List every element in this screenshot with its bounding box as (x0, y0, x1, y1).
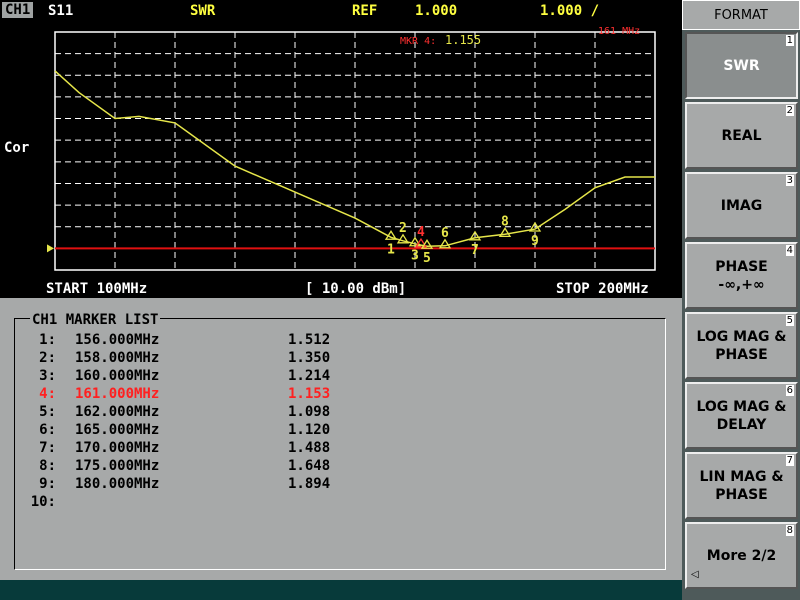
swr-chart: 123 4 56 7 8 9 MKR 4: 1.155 161 MHz (47, 26, 656, 271)
stop-frequency[interactable]: STOP 200MHz (556, 281, 649, 297)
softkey-number: 1 (785, 35, 794, 46)
marker-label: 9 (531, 234, 539, 249)
marker-label: 6 (441, 226, 449, 241)
marker-number: 5: (39, 404, 56, 420)
marker-value: 1.350 (288, 350, 331, 366)
marker-number: 6: (39, 422, 56, 438)
softkey-label-line2: -∞,+∞ (718, 276, 765, 293)
reference-label: REF (352, 3, 378, 19)
marker-frequency: 180.000MHz (75, 476, 160, 492)
marker-frequency: 161.000MHz (75, 386, 160, 402)
start-frequency[interactable]: START 100MHz (46, 281, 147, 297)
softkey-label: More 2/2 (706, 547, 777, 564)
softkey-menu-title: FORMAT (682, 0, 800, 30)
softkey-label: PHASE (715, 258, 768, 275)
softkey-label-line2: PHASE (715, 486, 768, 503)
active-marker-frequency: 161 MHz (598, 26, 640, 37)
marker-label: 4 (417, 225, 425, 240)
softkey-label: LIN MAG & (699, 468, 784, 485)
marker-value: 1.894 (288, 476, 331, 492)
softkey-number: 7 (785, 455, 794, 466)
marker-number: 7: (39, 440, 56, 456)
trace-plot-area[interactable]: 1 2 3 4 5 6 7 8 9 MKR 4: 1.155 161 MHz Cor (0, 22, 682, 298)
softkey-number: 5 (785, 315, 794, 326)
marker-value: 1.120 (288, 422, 331, 438)
softkey-7[interactable]: 7 LIN MAG & PHASE (685, 452, 798, 519)
softkey-label-line2: DELAY (716, 416, 767, 433)
marker-label: 1 (387, 242, 395, 257)
softkey-2[interactable]: 2 REAL (685, 102, 798, 169)
marker-label: 8 (501, 214, 509, 229)
marker-frequency: 156.000MHz (75, 332, 160, 348)
bottom-strip (0, 580, 682, 600)
marker-label: 5 (423, 251, 431, 266)
marker-label: 2 (399, 221, 407, 236)
left-arrow-icon: ◁ (691, 569, 699, 580)
softkey-number: 2 (785, 105, 794, 116)
marker-number: 2: (39, 350, 56, 366)
softkey-number: 6 (785, 385, 794, 396)
marker-list-title: CH1 MARKER LIST (30, 312, 161, 328)
format-indicator: SWR (190, 3, 216, 19)
active-marker-value: 1.155 (445, 33, 481, 47)
channel-indicator[interactable]: CH1 (2, 2, 34, 18)
marker-number: 1: (39, 332, 56, 348)
softkey-8[interactable]: 8 More 2/2 ◁ (685, 522, 798, 589)
softkey-label: SWR (723, 57, 760, 74)
marker-frequency: 162.000MHz (75, 404, 160, 420)
softkey-label: LOG MAG & (696, 398, 787, 415)
marker-value: 1.153 (288, 386, 331, 402)
marker-frequency: 175.000MHz (75, 458, 160, 474)
softkey-number: 8 (785, 525, 794, 536)
reference-value: 1.000 (415, 3, 458, 19)
softkey-1[interactable]: 1 SWR (685, 32, 798, 99)
marker-list-panel: CH1 MARKER LIST 1: 156.000MHz 1.512 2: 158.0… (0, 298, 682, 580)
marker-label: 7 (471, 243, 479, 258)
marker-number: 9: (39, 476, 56, 492)
measurement-parameter: S11 (48, 3, 74, 19)
softkey-4[interactable]: 4 PHASE -∞,+∞ (685, 242, 798, 309)
marker-label: 3 (411, 249, 419, 264)
marker-number: 4: (39, 386, 56, 402)
softkey-label: REAL (721, 127, 762, 144)
softkey-label-line2: PHASE (715, 346, 768, 363)
marker-frequency: 158.000MHz (75, 350, 160, 366)
softkey-panel: FORMAT 1 SWR 2 REAL 3 IMAG 4 PHASE -∞,+∞ 5 LOG MAG… (682, 0, 800, 600)
marker-number: 10: (30, 494, 56, 510)
marker-value: 1.098 (288, 404, 331, 420)
analyzer-screen: CH1 S11 SWR REF 1.000 1.000 / 123 4 56 7 8 9 M… (0, 0, 682, 600)
softkey-5[interactable]: 5 LOG MAG & PHASE (685, 312, 798, 379)
y-axis-label: Cor (4, 140, 30, 156)
softkey-label: LOG MAG & (696, 328, 787, 345)
marker-number: 8: (39, 458, 56, 474)
marker-number: 3: (39, 368, 56, 384)
reference-pointer-icon (47, 244, 54, 253)
softkey-number: 4 (785, 245, 794, 256)
marker-value: 1.512 (288, 332, 331, 348)
active-marker-label: MKR 4: (400, 36, 436, 47)
marker-value: 1.648 (288, 458, 331, 474)
softkey-number: 3 (785, 175, 794, 186)
source-power[interactable]: [ 10.00 dBm] (305, 281, 406, 297)
softkey-6[interactable]: 6 LOG MAG & DELAY (685, 382, 798, 449)
marker-frequency: 160.000MHz (75, 368, 160, 384)
status-bar: CH1 S11 SWR REF 1.000 1.000 / (0, 0, 682, 22)
scale-per-division: 1.000 / (540, 3, 600, 19)
marker-value: 1.214 (288, 368, 331, 384)
marker-frequency: 165.000MHz (75, 422, 160, 438)
marker-frequency: 170.000MHz (75, 440, 160, 456)
softkey-3[interactable]: 3 IMAG (685, 172, 798, 239)
marker-value: 1.488 (288, 440, 331, 456)
softkey-label: IMAG (720, 197, 763, 214)
